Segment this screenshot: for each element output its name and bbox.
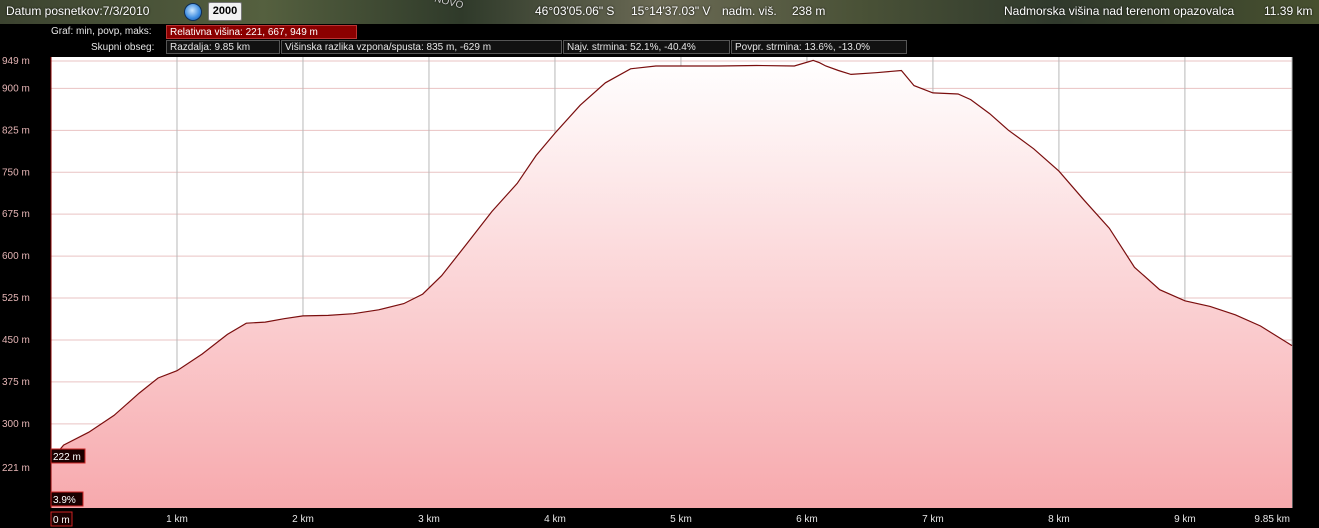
y-tick-label: 949 m [2, 57, 30, 67]
total-range-label: Skupni obseg: [91, 42, 155, 53]
y-tick-label: 900 m [2, 83, 30, 94]
x-axis-ticks: 1 km 2 km 3 km 4 km 5 km 6 km 7 km 8 km 9 km 9.85… [166, 514, 1290, 525]
y-tick-label: 525 m [2, 293, 30, 304]
elevation-readout: 238 m [792, 4, 826, 18]
longitude-readout: 15°14'37.03" V [631, 4, 711, 18]
cursor-slope-flag: 3.9% [50, 491, 84, 507]
y-tick-label: 825 m [2, 125, 30, 136]
max-slope-box: Najv. strmina: 52.1%, -40.4% [563, 40, 730, 54]
cursor-distance-text: 0 m [53, 515, 70, 526]
eye-altitude-readout: 11.39 km [1264, 4, 1313, 18]
y-tick-label: 375 m [2, 377, 30, 388]
cursor-distance-flag: 0 m [50, 511, 73, 527]
x-tick-label: 8 km [1048, 514, 1070, 525]
y-tick-label: 221 m [2, 463, 30, 474]
avg-slope-box: Povpr. strmina: 13.6%, -13.0% [731, 40, 907, 54]
x-tick-label: 1 km [166, 514, 188, 525]
distance-box: Razdalja: 9.85 km [166, 40, 280, 54]
x-tick-label: 4 km [544, 514, 566, 525]
x-tick-label: 5 km [670, 514, 692, 525]
map-label: NOVO [433, 0, 465, 12]
elevation-label: nadm. viš. [722, 4, 777, 18]
x-tick-label: 6 km [796, 514, 818, 525]
elevation-profile-svg[interactable]: 221 m 300 m 375 m 450 m 525 m 600 m 675 m 750 m… [0, 57, 1319, 528]
x-tick-label: 7 km [922, 514, 944, 525]
x-tick-label: 9.85 km [1254, 514, 1290, 525]
x-tick-label: 9 km [1174, 514, 1196, 525]
cursor-elevation-flag: 222 m [50, 448, 86, 464]
cursor-elevation-text: 222 m [53, 452, 81, 463]
y-tick-label: 600 m [2, 251, 30, 262]
graph-stats-dropdown[interactable]: Relativna višina: 221, 667, 949 m [166, 25, 357, 39]
profile-info-panel: Graf: min, povp, maks: Relativna višina:… [0, 24, 1319, 57]
historical-imagery-clock-icon[interactable] [184, 3, 202, 21]
eye-altitude-label: Nadmorska višina nad terenom opazovalca [1004, 4, 1235, 18]
latitude-readout: 46°03'05.06" S [535, 4, 615, 18]
elevation-gain-box: Višinska razlika vzpona/spusta: 835 m, -… [281, 40, 562, 54]
x-tick-label: 2 km [292, 514, 314, 525]
x-tick-label: 3 km [418, 514, 440, 525]
y-tick-label: 450 m [2, 335, 30, 346]
y-tick-label: 750 m [2, 167, 30, 178]
top-status-bar: Datum posnetkov:7/3/2010 2000 NOVO 46°03… [0, 0, 1319, 24]
y-axis-ticks: 221 m 300 m 375 m 450 m 525 m 600 m 675 m 750 m… [2, 57, 30, 474]
y-tick-label: 300 m [2, 419, 30, 430]
imagery-year-badge[interactable]: 2000 [208, 2, 242, 21]
cursor-slope-text: 3.9% [53, 495, 76, 506]
graph-stats-label: Graf: min, povp, maks: [51, 26, 152, 37]
imagery-date: Datum posnetkov:7/3/2010 [6, 4, 150, 18]
y-tick-label: 675 m [2, 209, 30, 220]
elevation-profile-chart[interactable]: 221 m 300 m 375 m 450 m 525 m 600 m 675 m 750 m… [0, 57, 1319, 528]
